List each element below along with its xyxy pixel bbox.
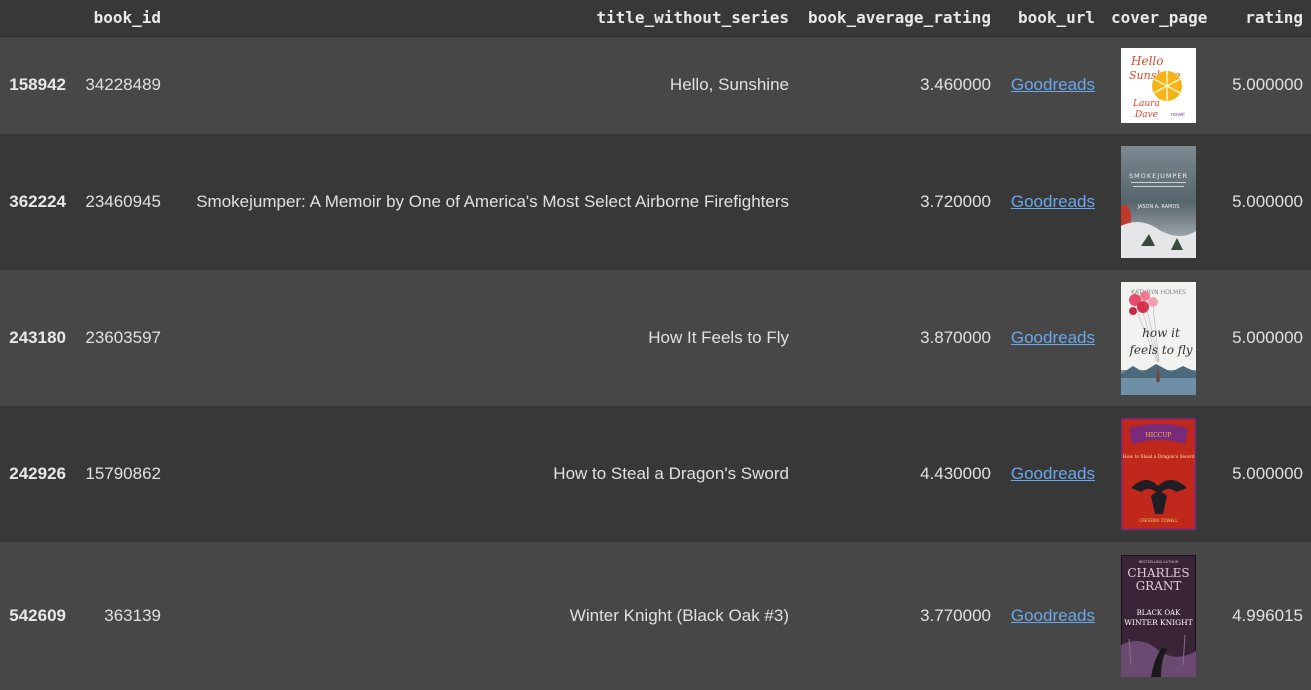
- header-book-id: book_id: [74, 0, 169, 37]
- book-id-cell: 15790862: [85, 464, 161, 483]
- header-average-rating: book_average_rating: [797, 0, 999, 37]
- average-rating-cell: 4.430000: [920, 464, 991, 483]
- svg-text:CHARLES: CHARLES: [1127, 566, 1189, 580]
- hello-sunshine-cover: Hello Sunshine Laura Dave novel: [1120, 47, 1196, 123]
- svg-text:WINTER KNIGHT: WINTER KNIGHT: [1124, 618, 1192, 627]
- book-url-cell: Goodreads: [999, 270, 1103, 406]
- title-cell: Hello, Sunshine: [669, 75, 789, 95]
- svg-text:Laura: Laura: [1132, 99, 1160, 109]
- rating-cell: 5.000000: [1232, 192, 1303, 211]
- table-row: 542609 363139 Winter Knight (Black Oak #…: [0, 542, 1311, 690]
- title-cell: Winter Knight (Black Oak #3): [569, 606, 789, 625]
- header-cover-page: cover_page: [1103, 0, 1213, 37]
- smokejumper-cover: SMOKEJUMPER JASON A. RAMOS: [1120, 146, 1196, 258]
- svg-text:GRANT: GRANT: [1135, 579, 1181, 593]
- svg-text:KATHRYN HOLMES: KATHRYN HOLMES: [1131, 289, 1186, 296]
- goodreads-link[interactable]: Goodreads: [1011, 328, 1095, 347]
- svg-text:JASON A. RAMOS: JASON A. RAMOS: [1136, 204, 1179, 210]
- header-row: book_id title_without_series book_averag…: [0, 0, 1311, 37]
- book-url-cell: Goodreads: [999, 36, 1103, 134]
- average-rating-cell: 3.720000: [920, 192, 991, 211]
- header-rating: rating: [1213, 0, 1311, 37]
- svg-text:How to Steal a Dragon's Sword: How to Steal a Dragon's Sword: [1122, 454, 1194, 460]
- svg-text:Dave: Dave: [1134, 110, 1158, 120]
- row-index: 243180: [9, 328, 66, 347]
- cover-cell: BESTSELLING AUTHOR CHARLES GRANT BLACK O…: [1103, 542, 1213, 690]
- cover-cell: HICCUP How to Steal a Dragon's Sword CRE…: [1103, 406, 1213, 542]
- goodreads-link[interactable]: Goodreads: [1011, 606, 1095, 625]
- svg-text:how it: how it: [1142, 326, 1180, 340]
- goodreads-link[interactable]: Goodreads: [1011, 464, 1095, 483]
- svg-text:BLACK OAK: BLACK OAK: [1136, 609, 1180, 617]
- rating-cell: 4.996015: [1232, 606, 1303, 625]
- cover-cell: SMOKEJUMPER JASON A. RAMOS: [1103, 134, 1213, 270]
- how-to-steal-a-dragons-sword-cover: HICCUP How to Steal a Dragon's Sword CRE…: [1120, 418, 1196, 530]
- table-row: 158942 34228489 Hello, Sunshine 3.460000…: [0, 36, 1311, 134]
- header-book-url: book_url: [999, 0, 1103, 37]
- svg-text:novel: novel: [1171, 112, 1185, 118]
- book-url-cell: Goodreads: [999, 542, 1103, 690]
- book-id-cell: 23603597: [85, 328, 161, 347]
- book-id-cell: 23460945: [85, 192, 161, 211]
- cover-cell: Hello Sunshine Laura Dave novel: [1103, 36, 1213, 134]
- svg-text:Hello: Hello: [1130, 54, 1163, 68]
- average-rating-cell: 3.460000: [920, 75, 991, 95]
- header-index: [0, 0, 74, 37]
- row-index: 242926: [9, 464, 66, 483]
- svg-text:CRESSIDA COWELL: CRESSIDA COWELL: [1139, 518, 1178, 523]
- header-title: title_without_series: [169, 0, 797, 37]
- goodreads-link[interactable]: Goodreads: [1011, 192, 1095, 211]
- row-index: 362224: [9, 192, 66, 211]
- table-row: 242926 15790862 How to Steal a Dragon's …: [0, 406, 1311, 542]
- book-id-cell: 363139: [104, 606, 161, 625]
- title-cell: How to Steal a Dragon's Sword: [553, 464, 789, 483]
- how-it-feels-to-fly-cover: KATHRYN HOLMES how it feels to fly: [1120, 281, 1196, 395]
- row-index: 158942: [9, 75, 66, 95]
- book-url-cell: Goodreads: [999, 134, 1103, 270]
- table-row: 243180 23603597 How It Feels to Fly 3.87…: [0, 270, 1311, 406]
- row-index: 542609: [9, 606, 66, 625]
- title-cell: Smokejumper: A Memoir by One of America'…: [196, 192, 789, 211]
- average-rating-cell: 3.770000: [920, 606, 991, 625]
- winter-knight-cover: BESTSELLING AUTHOR CHARLES GRANT BLACK O…: [1120, 555, 1196, 677]
- book-url-cell: Goodreads: [999, 406, 1103, 542]
- book-id-cell: 34228489: [85, 75, 161, 95]
- average-rating-cell: 3.870000: [920, 328, 991, 347]
- table-row: 362224 23460945 Smokejumper: A Memoir by…: [0, 134, 1311, 270]
- goodreads-link[interactable]: Goodreads: [1011, 75, 1095, 94]
- title-cell: How It Feels to Fly: [648, 328, 789, 347]
- rating-cell: 5.000000: [1232, 328, 1303, 347]
- dataframe-table: book_id title_without_series book_averag…: [0, 0, 1311, 690]
- cover-cell: KATHRYN HOLMES how it feels to fly: [1103, 270, 1213, 406]
- rating-cell: 5.000000: [1232, 464, 1303, 483]
- svg-text:SMOKEJUMPER: SMOKEJUMPER: [1128, 172, 1187, 180]
- svg-text:BESTSELLING AUTHOR: BESTSELLING AUTHOR: [1138, 560, 1178, 564]
- rating-cell: 5.000000: [1232, 75, 1303, 95]
- svg-text:HICCUP: HICCUP: [1145, 432, 1171, 439]
- svg-text:feels to fly: feels to fly: [1128, 343, 1192, 357]
